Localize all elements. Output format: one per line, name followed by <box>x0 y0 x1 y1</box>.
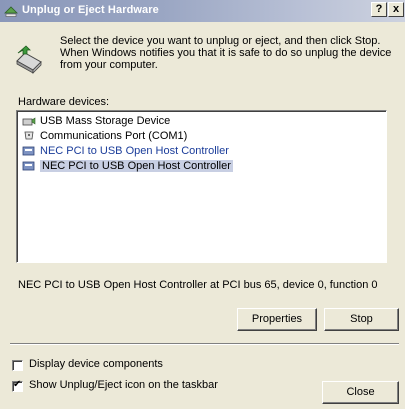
properties-button[interactable]: Properties <box>237 308 317 331</box>
list-item-usb-mass-storage[interactable]: USB Mass Storage Device <box>22 114 170 128</box>
port-icon <box>24 131 34 140</box>
hardware-devices-label: Hardware devices: <box>18 96 110 108</box>
title-bar[interactable]: Unplug or Eject Hardware ? x <box>0 0 405 22</box>
device-label: NEC PCI to USB Open Host Controller <box>40 145 229 158</box>
instructions-text: Select the device you want to unplug or … <box>60 35 392 71</box>
close-button[interactable]: Close <box>322 381 399 404</box>
usb-controller-icon <box>22 146 35 156</box>
show-icon-checkbox[interactable]: ✔ <box>12 379 23 392</box>
show-icon-label[interactable]: Show Unplug/Eject icon on the taskbar <box>29 379 218 391</box>
hardware-devices-list[interactable]: USB Mass Storage Device Communications P… <box>16 110 387 263</box>
list-item-com-port[interactable]: Communications Port (COM1) <box>22 129 187 143</box>
device-label: USB Mass Storage Device <box>40 115 171 128</box>
display-components-checkbox[interactable] <box>12 360 23 371</box>
checkmark-icon: ✔ <box>13 379 22 390</box>
help-button[interactable]: ? <box>371 2 387 17</box>
separator <box>10 343 399 345</box>
usb-device-icon <box>22 117 36 126</box>
display-components-label[interactable]: Display device components <box>29 358 163 370</box>
device-label: NEC PCI to USB Open Host Controller <box>40 160 233 173</box>
list-item-nec-controller-2[interactable]: NEC PCI to USB Open Host Controller <box>22 159 233 173</box>
unplug-hardware-icon <box>16 45 42 74</box>
stop-button[interactable]: Stop <box>324 308 399 331</box>
device-label: Communications Port (COM1) <box>40 130 188 143</box>
close-window-button[interactable]: x <box>388 2 404 17</box>
unplug-eject-dialog: Unplug or Eject Hardware ? x Select the … <box>0 0 405 409</box>
device-status-text: NEC PCI to USB Open Host Controller at P… <box>18 279 378 291</box>
window-title: Unplug or Eject Hardware <box>22 4 159 16</box>
eject-hardware-icon <box>4 6 18 17</box>
list-item-nec-controller-1[interactable]: NEC PCI to USB Open Host Controller <box>22 144 229 158</box>
usb-controller-icon <box>22 161 35 171</box>
